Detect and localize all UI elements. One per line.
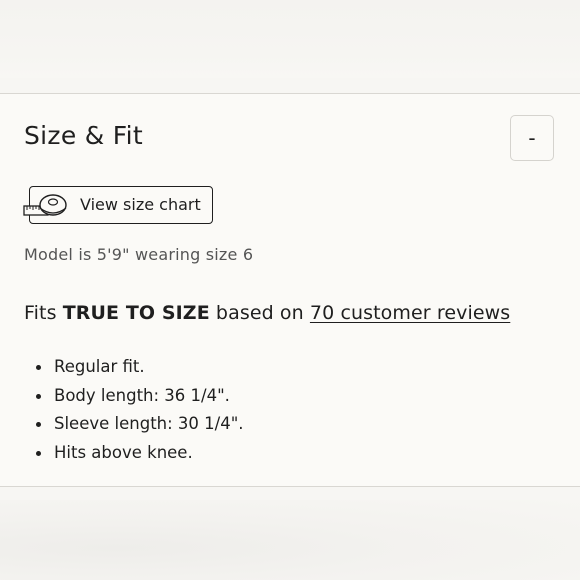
tape-measure-icon (23, 194, 67, 216)
list-item-text: Regular fit. (54, 357, 145, 376)
page-background-top (0, 0, 580, 78)
list-item-text: Sleeve length: 30 1/4". (54, 414, 244, 433)
bullet (36, 393, 41, 399)
fit-middle: based on (215, 302, 304, 324)
model-info: Model is 5'9" wearing size 6 (24, 245, 254, 264)
list-item-text: Body length: 36 1/4". (54, 385, 230, 405)
view-size-chart-label: View size chart (80, 195, 201, 214)
fit-prefix: Fits (24, 302, 57, 324)
bullet (36, 450, 41, 456)
list-item: Sleeve length: 30 1/4". (24, 412, 244, 441)
collapse-button-label: - (528, 126, 536, 150)
customer-reviews-link[interactable]: 70 customer reviews (310, 302, 510, 324)
bullet (36, 422, 41, 427)
list-item-text: Hits above knee. (54, 442, 193, 462)
collapse-button[interactable]: - (510, 115, 554, 161)
bullet (36, 365, 41, 370)
section-title: Size & Fit (24, 121, 144, 150)
list-item: Hits above knee. (24, 441, 244, 470)
page-background-bottom (0, 500, 580, 580)
list-item: Regular fit. (24, 355, 244, 384)
fit-details-list: Regular fit. Body length: 36 1/4". Sleev… (24, 355, 244, 469)
list-item: Body length: 36 1/4". (24, 384, 244, 413)
fit-emphasis: TRUE TO SIZE (62, 302, 210, 324)
fit-summary: Fits TRUE TO SIZE based on 70 customer r… (24, 302, 510, 324)
